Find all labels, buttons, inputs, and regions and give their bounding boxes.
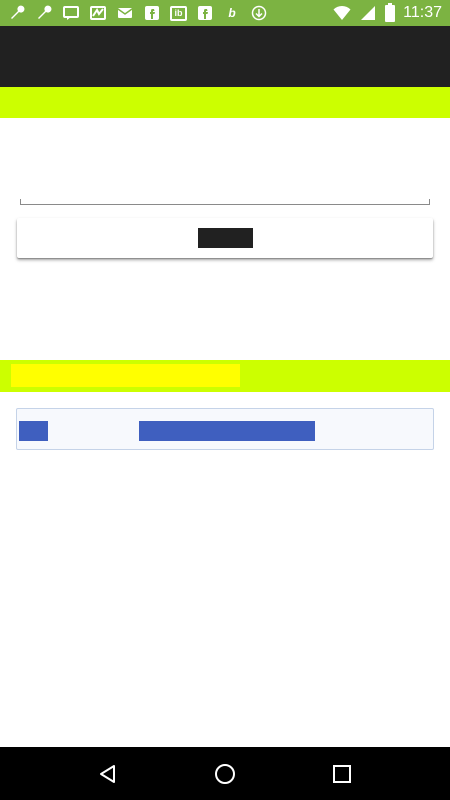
f-icon bbox=[143, 4, 161, 22]
signal-icon bbox=[359, 4, 377, 22]
navigation-bar bbox=[0, 747, 450, 800]
home-button[interactable] bbox=[205, 754, 245, 794]
back-icon bbox=[100, 764, 116, 783]
top-banner bbox=[0, 87, 450, 118]
b-icon: b bbox=[223, 4, 241, 22]
status-bar: ib b 11:37 bbox=[0, 0, 450, 26]
screen: ib b 11:37 bbox=[0, 0, 450, 800]
f-icon bbox=[196, 4, 214, 22]
submit-button[interactable] bbox=[17, 218, 433, 258]
section-header bbox=[0, 360, 450, 392]
recents-button[interactable] bbox=[322, 754, 362, 794]
chat-icon bbox=[62, 4, 80, 22]
wrench-icon bbox=[8, 4, 26, 22]
status-system: 11:37 bbox=[333, 2, 442, 22]
text-input[interactable] bbox=[20, 175, 430, 205]
back-button[interactable] bbox=[88, 754, 128, 794]
download-icon bbox=[250, 4, 268, 22]
ib-icon: ib bbox=[170, 5, 187, 21]
main-link[interactable] bbox=[139, 421, 315, 441]
home-icon bbox=[214, 763, 235, 784]
wave-icon bbox=[89, 4, 107, 22]
link-row bbox=[16, 408, 434, 450]
wrench-icon bbox=[35, 4, 53, 22]
wifi-icon bbox=[333, 4, 351, 22]
ib-glyph: ib bbox=[174, 7, 183, 18]
app-bar bbox=[0, 26, 450, 87]
submit-button-label bbox=[197, 228, 253, 248]
mail-icon bbox=[116, 4, 134, 22]
battery-icon bbox=[385, 2, 396, 22]
section-heading bbox=[11, 364, 240, 387]
recents-icon bbox=[332, 764, 351, 783]
status-icons: ib b bbox=[8, 4, 268, 22]
b-glyph: b bbox=[228, 6, 236, 20]
clock: 11:37 bbox=[403, 4, 442, 21]
left-link[interactable] bbox=[19, 421, 48, 441]
